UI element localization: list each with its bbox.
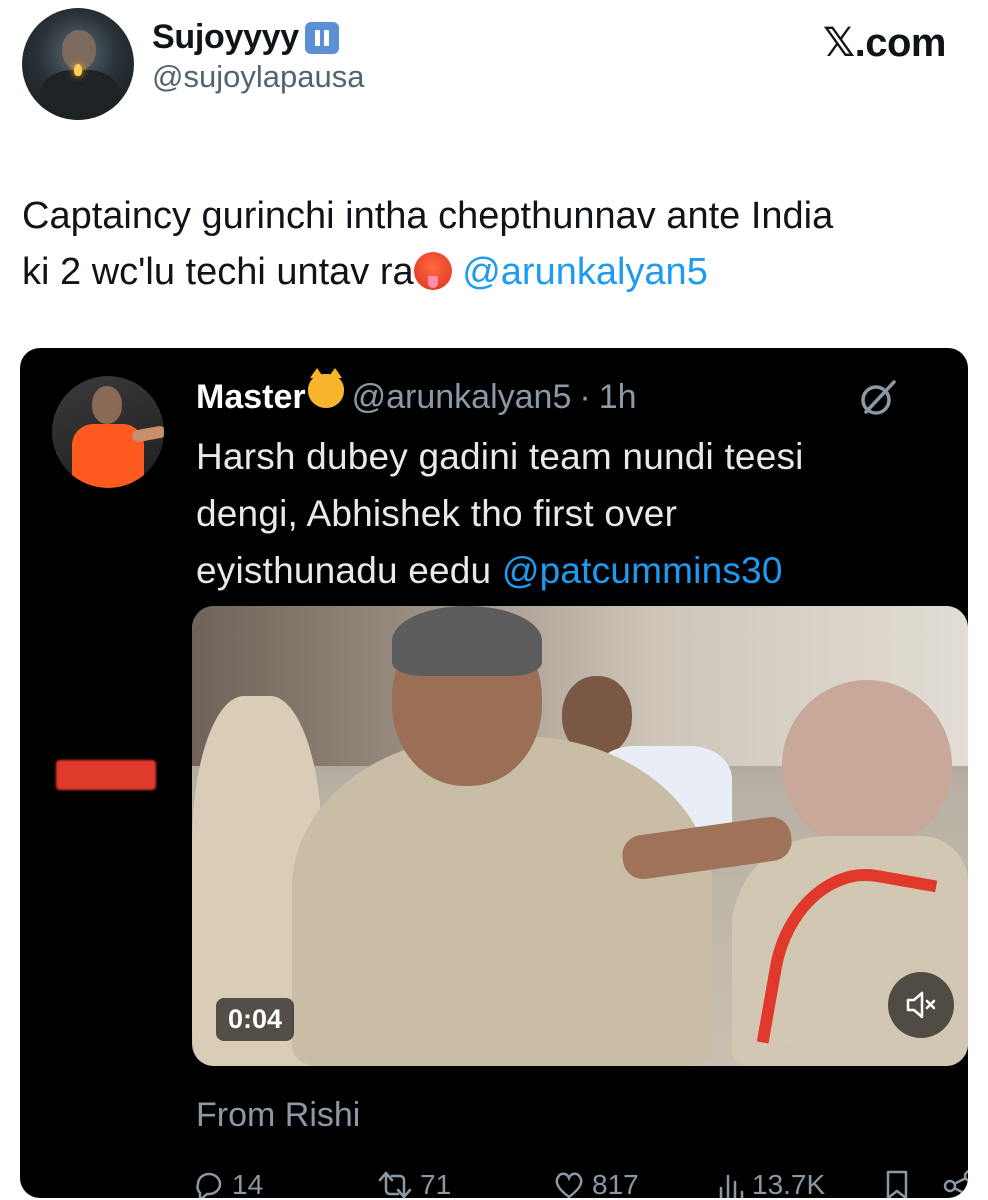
share-button[interactable] <box>940 1168 968 1198</box>
from-label: From Rishi <box>196 1096 361 1134</box>
quoted-handle[interactable]: @arunkalyan5 <box>352 378 572 417</box>
quoted-text: Harsh dubey gadini team nundi teesi deng… <box>196 436 804 591</box>
heart-icon <box>555 1172 583 1198</box>
author-handle[interactable]: @sujoylapausa <box>152 59 364 95</box>
quoted-header: Master @arunkalyan5 · 1h <box>196 368 637 417</box>
author-block: Sujoyyyy @sujoylapausa <box>152 18 364 95</box>
repost-icon <box>378 1171 412 1198</box>
source-label: 𝕏.com <box>822 21 947 65</box>
tweet-text: Captaincy gurinchi intha chepthunnav ant… <box>22 195 834 293</box>
reply-button[interactable]: 14 <box>192 1168 263 1198</box>
bookmark-button[interactable] <box>882 1168 912 1198</box>
like-count: 817 <box>592 1169 639 1198</box>
hot-face-emoji <box>413 252 452 290</box>
video-player[interactable]: 0:04 <box>192 606 968 1066</box>
repost-button[interactable]: 71 <box>376 1168 451 1198</box>
repost-count: 71 <box>420 1169 452 1198</box>
action-bar: 14 71 817 13.7K <box>192 1168 968 1198</box>
view-count: 13.7K <box>752 1169 826 1198</box>
mention-link[interactable]: @arunkalyan5 <box>462 251 708 293</box>
cat-tears-of-joy-emoji <box>307 368 344 408</box>
reply-count: 14 <box>232 1169 264 1198</box>
reply-icon <box>196 1172 222 1198</box>
quoted-timestamp[interactable]: 1h <box>599 378 637 417</box>
grok-icon[interactable] <box>858 378 898 418</box>
red-marker <box>56 760 156 790</box>
bookmark-icon <box>886 1170 908 1198</box>
author-avatar[interactable] <box>22 8 134 120</box>
separator-dot: · <box>579 378 591 416</box>
author-display-name[interactable]: Sujoyyyy <box>152 18 364 57</box>
video-duration: 0:04 <box>216 998 295 1041</box>
quoted-mention-link[interactable]: @patcummins30 <box>502 550 783 591</box>
pause-icon <box>304 21 339 54</box>
like-button[interactable]: 817 <box>552 1168 639 1198</box>
speaker-muted-icon <box>906 991 936 1019</box>
views-icon <box>719 1174 744 1198</box>
mute-button[interactable] <box>888 972 954 1038</box>
views-button[interactable]: 13.7K <box>716 1168 825 1198</box>
quoted-author-avatar[interactable] <box>52 376 164 488</box>
share-icon <box>943 1170 968 1198</box>
quoted-display-name[interactable]: Master <box>196 378 306 417</box>
quoted-tweet-card[interactable]: Master @arunkalyan5 · 1h Harsh dubey gad… <box>20 348 968 1198</box>
